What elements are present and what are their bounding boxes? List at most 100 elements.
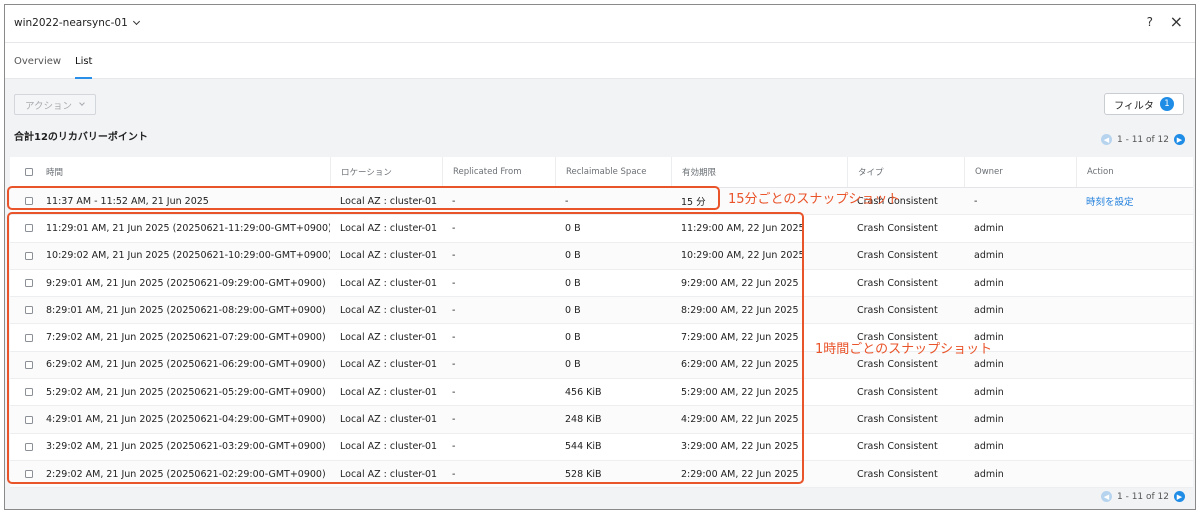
filter-count-badge: 1 [1159,97,1174,111]
column-header-type[interactable]: タイプ [847,157,964,187]
owner-cell: admin [974,441,1004,453]
table-row[interactable]: 9:29:01 AM, 21 Jun 2025 (20250621-09:29:… [10,270,1193,298]
table-row[interactable]: 6:29:02 AM, 21 Jun 2025 (20250621-06:29:… [10,351,1193,380]
location-cell: Local AZ : cluster-01 [340,250,438,262]
location-cell: Local AZ : cluster-01 [340,195,438,207]
type-cell: Crash Consistent [857,250,938,262]
expiry-cell: 2:29:00 AM, 22 Jun 2025 [681,468,799,480]
location-cell: Local AZ : cluster-01 [340,222,438,234]
table-row[interactable]: 11:29:01 AM, 21 Jun 2025 (20250621-11:29… [10,215,1193,243]
column-header-location[interactable]: ロケーション [330,157,442,187]
column-header-reclaimable-space[interactable]: Reclaimable Space [555,157,671,187]
owner-cell: admin [974,250,1004,262]
type-cell: Crash Consistent [857,277,938,289]
action-cell [1076,243,1193,269]
time-cell: 6:29:02 AM, 21 Jun 2025 (20250621-06:29:… [46,359,326,371]
action-cell [1076,379,1193,405]
expiry-cell: 11:29:00 AM, 22 Jun 2025 [681,222,805,234]
table-row[interactable]: 11:37 AM - 11:52 AM, 21 Jun 2025 Local AZ… [10,188,1193,216]
tab-list[interactable]: List [75,56,93,79]
pagination-top: ◀ 1 - 11 of 12 ▶ [1101,134,1185,145]
reclaimable-space-cell: 528 KiB [565,468,602,480]
reclaimable-space-cell: - [565,195,569,207]
location-cell: Local AZ : cluster-01 [340,304,438,316]
next-page-icon[interactable]: ▶ [1174,491,1185,502]
replicated-from-cell: - [452,195,456,207]
replicated-from-cell: - [452,222,456,234]
chevron-down-icon [79,100,85,106]
time-cell: 3:29:02 AM, 21 Jun 2025 (20250621-03:29:… [46,441,326,453]
table-row[interactable]: 3:29:02 AM, 21 Jun 2025 (20250621-03:29:… [10,434,1193,461]
location-cell: Local AZ : cluster-01 [340,441,438,453]
expiry-cell: 9:29:00 AM, 22 Jun 2025 [681,277,799,289]
time-cell: 5:29:02 AM, 21 Jun 2025 (20250621-05:29:… [46,386,326,398]
next-page-icon[interactable]: ▶ [1174,134,1185,145]
action-cell [1076,406,1193,432]
table-row[interactable]: 4:29:01 AM, 21 Jun 2025 (20250621-04:29:… [10,406,1193,434]
action-cell [1076,215,1193,241]
column-header-owner[interactable]: Owner [964,157,1076,187]
pagination-bottom: ◀ 1 - 11 of 12 ▶ [1101,491,1185,502]
time-cell: 7:29:02 AM, 21 Jun 2025 (20250621-07:29:… [46,332,326,344]
action-cell [1076,461,1193,487]
owner-cell: admin [974,414,1004,426]
time-cell: 8:29:01 AM, 21 Jun 2025 (20250621-08:29:… [46,304,326,316]
help-icon[interactable]: ? [1147,15,1153,29]
replicated-from-cell: - [452,386,456,398]
table-row[interactable]: 2:29:02 AM, 21 Jun 2025 (20250621-02:29:… [10,461,1193,489]
expiry-cell: 8:29:00 AM, 22 Jun 2025 [681,304,799,316]
location-cell: Local AZ : cluster-01 [340,277,438,289]
action-dropdown[interactable]: アクション [14,94,96,115]
location-cell: Local AZ : cluster-01 [340,332,438,344]
action-cell[interactable]: 時刻を設定 [1076,188,1193,214]
column-header-expiry[interactable]: 有効期限 [671,157,847,187]
vm-selector[interactable]: win2022-nearsync-01 [14,17,140,29]
owner-cell: - [974,195,978,207]
action-cell [1076,352,1193,378]
owner-cell: admin [974,222,1004,234]
reclaimable-space-cell: 0 B [565,304,581,316]
expiry-cell: 4:29:00 AM, 22 Jun 2025 [681,414,799,426]
annotation-label-15min: 15分ごとのスナップショット [728,192,901,207]
expiry-cell: 3:29:00 AM, 22 Jun 2025 [681,441,799,453]
reclaimable-space-cell: 248 KiB [565,414,602,426]
reclaimable-space-cell: 456 KiB [565,386,602,398]
owner-cell: admin [974,386,1004,398]
table-row[interactable]: 5:29:02 AM, 21 Jun 2025 (20250621-05:29:… [10,379,1193,407]
time-cell: 9:29:01 AM, 21 Jun 2025 (20250621-09:29:… [46,277,326,289]
column-header-replicated-from[interactable]: Replicated From [442,157,555,187]
replicated-from-cell: - [452,277,456,289]
type-cell: Crash Consistent [857,414,938,426]
filter-label: フィルタ [1114,100,1154,112]
tab-overview[interactable]: Overview [14,56,61,67]
prev-page-icon[interactable]: ◀ [1101,491,1112,502]
action-cell [1076,270,1193,296]
total-recovery-points-label: 合計12のリカバリーポイント [14,132,148,143]
location-cell: Local AZ : cluster-01 [340,359,438,371]
column-header-time[interactable]: 時間 [10,157,330,187]
location-cell: Local AZ : cluster-01 [340,468,438,480]
owner-cell: admin [974,468,1004,480]
prev-page-icon[interactable]: ◀ [1101,134,1112,145]
replicated-from-cell: - [452,414,456,426]
replicated-from-cell: - [452,441,456,453]
type-cell: Crash Consistent [857,468,938,480]
location-cell: Local AZ : cluster-01 [340,386,438,398]
action-label: アクション [25,100,73,112]
replicated-from-cell: - [452,250,456,262]
close-icon[interactable]: × [1170,12,1183,31]
table-row[interactable]: 10:29:02 AM, 21 Jun 2025 (20250621-10:29… [10,242,1193,270]
table-row[interactable]: 7:29:02 AM, 21 Jun 2025 (20250621-07:29:… [10,325,1193,352]
recovery-points-window: win2022-nearsync-01 ? × Overview List アク… [4,4,1196,510]
table-row[interactable]: 8:29:01 AM, 21 Jun 2025 (20250621-08:29:… [10,297,1193,325]
action-cell [1076,297,1193,323]
filter-button[interactable]: フィルタ 1 [1104,93,1184,115]
annotation-label-hourly: 1時間ごとのスナップショット [815,342,993,357]
expiry-cell: 5:29:00 AM, 22 Jun 2025 [681,386,799,398]
replicated-from-cell: - [452,304,456,316]
action-cell [1076,325,1193,351]
reclaimable-space-cell: 0 B [565,359,581,371]
pager-text: 1 - 11 of 12 [1117,491,1169,502]
recovery-points-table: 時間 ロケーション Replicated From Reclaimable Sp… [10,157,1193,489]
action-cell [1076,434,1193,460]
